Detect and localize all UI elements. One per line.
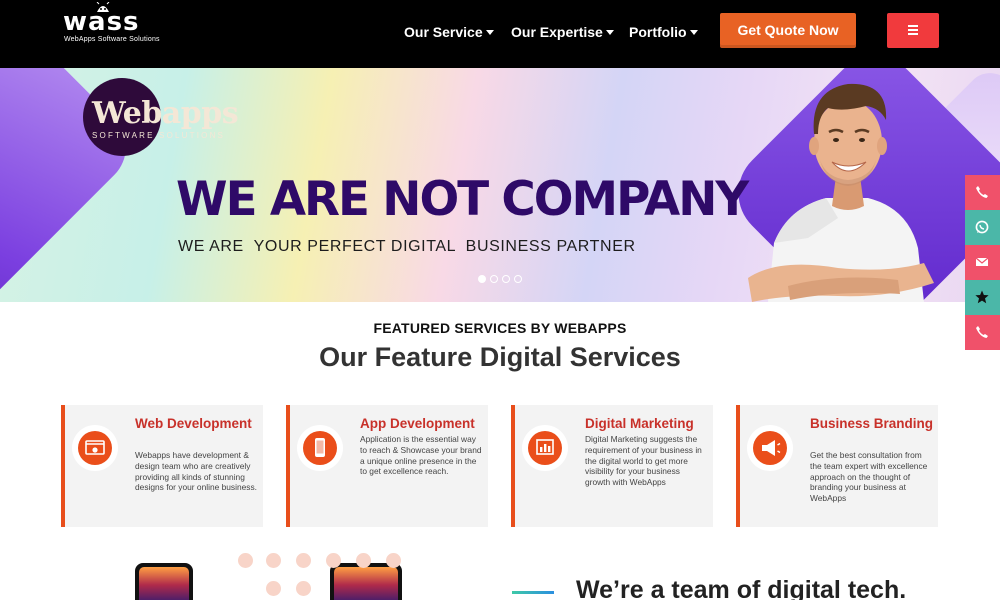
caret-down-icon — [605, 29, 614, 35]
decor-dot — [266, 553, 281, 568]
menu-button[interactable] — [887, 13, 939, 48]
nav-label: Our Service — [404, 24, 483, 40]
slider-dot[interactable] — [514, 275, 522, 283]
site-header: wass WebApps Software Solutions Our Serv… — [0, 0, 1000, 68]
whatsapp-icon — [975, 220, 989, 234]
smiling-man-image — [748, 83, 934, 302]
caret-down-icon — [485, 29, 494, 35]
mobile-app-icon — [315, 438, 325, 457]
service-icon-badge — [747, 425, 793, 471]
decor-dot — [238, 553, 253, 568]
services-title: Our Feature Digital Services — [319, 342, 681, 372]
mail-icon — [975, 257, 989, 266]
service-icon-badge — [522, 425, 568, 471]
service-title: Web Development — [135, 416, 252, 431]
service-title: Business Branding — [810, 416, 934, 431]
service-card-business-branding[interactable]: Business Branding Get the best consultat… — [736, 405, 938, 527]
page: wass WebApps Software Solutions Our Serv… — [0, 0, 1000, 600]
logo-tagline: WebApps Software Solutions — [64, 36, 160, 43]
hero-subline: WE ARE YOUR PERFECT DIGITAL BUSINESS PAR… — [178, 238, 636, 255]
decor-dot — [296, 581, 311, 596]
phone-icon — [976, 186, 988, 198]
nav-label: Our Expertise — [511, 24, 603, 40]
nav-our-expertise[interactable]: Our Expertise — [511, 24, 614, 40]
hamburger-icon — [908, 33, 918, 35]
brand-badge-subtitle: SOFTWARE SOLUTIONS — [92, 131, 226, 140]
service-card-web-development[interactable]: Web Development Webapps have development… — [61, 405, 263, 527]
decor-dot — [296, 553, 311, 568]
service-description: Application is the essential way to reac… — [360, 434, 482, 477]
service-card-app-development[interactable]: App Development Application is the essen… — [286, 405, 488, 527]
decor-dot — [266, 581, 281, 596]
service-icon-badge — [72, 425, 118, 471]
slider-dots — [478, 270, 526, 288]
brand-badge-title: Webapps — [92, 96, 239, 131]
site-logo[interactable]: wass WebApps Software Solutions — [63, 2, 160, 46]
caret-down-icon — [689, 29, 698, 35]
email-button[interactable] — [965, 245, 1000, 280]
slider-dot[interactable] — [478, 275, 486, 283]
hamburger-icon — [908, 29, 918, 31]
megaphone-icon — [762, 440, 781, 456]
marketing-chart-icon — [536, 439, 554, 455]
heading-accent-line — [512, 591, 554, 594]
hamburger-icon — [908, 25, 918, 27]
decor-dot — [326, 553, 341, 568]
logo-text: wass — [63, 7, 140, 37]
service-title: Digital Marketing — [585, 416, 694, 431]
star-icon — [975, 290, 989, 304]
phone-mockup-image — [135, 563, 193, 600]
services-kicker: FEATURED SERVICES BY WEBAPPS — [373, 320, 627, 336]
slider-dot[interactable] — [490, 275, 498, 283]
phone-mockup-image — [330, 563, 402, 600]
service-icon-badge — [297, 425, 343, 471]
decor-dot — [386, 553, 401, 568]
service-description: Get the best consultation from the team … — [810, 450, 928, 504]
nav-our-service[interactable]: Our Service — [404, 24, 494, 40]
slider-dot[interactable] — [502, 275, 510, 283]
hero-headline: WE ARE NOT COMPANY — [176, 172, 749, 227]
web-development-icon — [85, 440, 105, 455]
call-button[interactable] — [965, 175, 1000, 210]
service-description: Webapps have development & design team w… — [135, 450, 257, 493]
nav-portfolio[interactable]: Portfolio — [629, 24, 698, 40]
service-title: App Development — [360, 416, 475, 431]
get-quote-button[interactable]: Get Quote Now — [720, 13, 856, 48]
nav-label: Portfolio — [629, 24, 687, 40]
about-heading: We’re a team of digital tech. — [576, 576, 907, 600]
rate-button[interactable] — [965, 280, 1000, 315]
decor-dot — [356, 553, 371, 568]
service-card-digital-marketing[interactable]: Digital Marketing Digital Marketing sugg… — [511, 405, 713, 527]
whatsapp-button[interactable] — [965, 210, 1000, 245]
service-description: Digital Marketing suggests the requireme… — [585, 434, 702, 488]
